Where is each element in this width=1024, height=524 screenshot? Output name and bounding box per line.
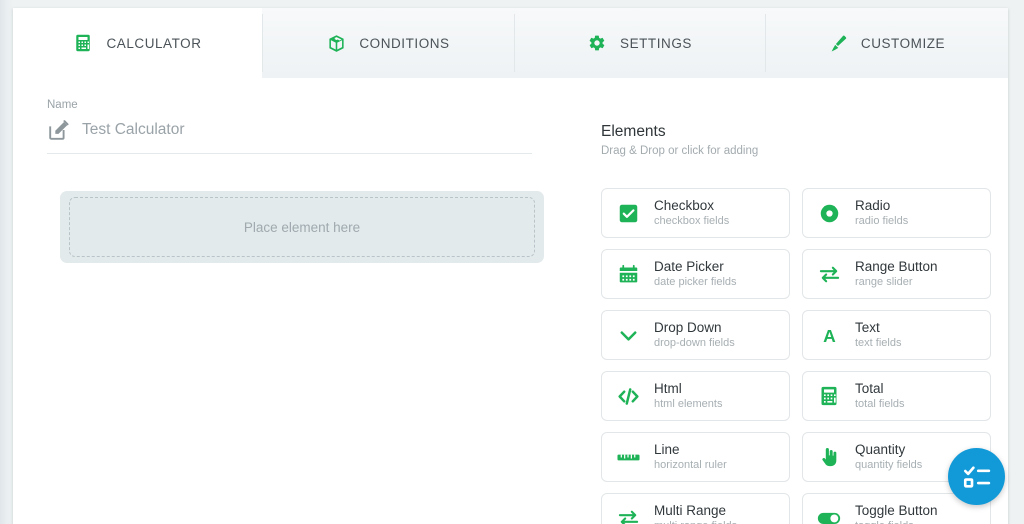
element-subtitle: total fields: [855, 398, 905, 411]
tab-customize[interactable]: CUSTOMIZE: [765, 8, 1008, 78]
tab-calculator[interactable]: CALCULATOR: [13, 8, 262, 79]
letter-a-icon: A: [816, 322, 842, 348]
element-subtitle: quantity fields: [855, 459, 923, 472]
element-subtitle: drop-down fields: [654, 337, 735, 350]
calculator-builder-pane: Name Test Calculator Place element here: [13, 78, 588, 524]
element-card-html[interactable]: Html html elements: [601, 371, 790, 421]
dropzone-inner-border: Place element here: [69, 197, 535, 257]
app-root: CALCULATOR CONDITIONS SETTINGS CUSTOMIZE…: [0, 0, 1024, 524]
element-subtitle: date picker fields: [654, 276, 737, 289]
element-card-line[interactable]: Line horizontal ruler: [601, 432, 790, 482]
element-card-multi-range[interactable]: Multi Range multi range fields: [601, 493, 790, 524]
element-subtitle: html elements: [654, 398, 723, 411]
element-card-radio[interactable]: Radio radio fields: [802, 188, 991, 238]
element-subtitle: horizontal ruler: [654, 459, 727, 472]
element-subtitle: text fields: [855, 337, 902, 350]
elements-panel-subtitle: Drag & Drop or click for adding: [601, 145, 759, 157]
ruler-icon: [615, 444, 641, 470]
element-title: Toggle Button: [855, 503, 938, 519]
main-panel: CALCULATOR CONDITIONS SETTINGS CUSTOMIZE…: [13, 8, 1008, 524]
element-title: Drop Down: [654, 320, 722, 336]
floating-action-button[interactable]: [948, 448, 1005, 505]
element-subtitle: multi range fields: [654, 520, 737, 524]
element-card-drop-down[interactable]: Drop Down drop-down fields: [601, 310, 790, 360]
element-title: Checkbox: [654, 198, 715, 214]
element-card-checkbox[interactable]: Checkbox checkbox fields: [601, 188, 790, 238]
element-title: Text: [855, 320, 880, 336]
cube-icon: [326, 33, 346, 53]
tab-bar: CALCULATOR CONDITIONS SETTINGS CUSTOMIZE: [13, 8, 1008, 79]
element-title: Radio: [855, 198, 891, 214]
element-card-total[interactable]: Total total fields: [802, 371, 991, 421]
chevron-down-icon: [615, 322, 641, 348]
gear-icon: [587, 33, 607, 53]
calendar-icon: [615, 261, 641, 287]
element-title: Total: [855, 381, 884, 397]
calculator-icon: [816, 383, 842, 409]
element-title: Line: [654, 442, 680, 458]
code-brackets-icon: [615, 383, 641, 409]
elements-panel-title: Elements: [601, 123, 666, 140]
name-field-row[interactable]: Test Calculator: [47, 118, 532, 154]
element-title: Multi Range: [654, 503, 727, 519]
exchange-arrows-icon: [615, 505, 641, 524]
elements-pane: Elements Drag & Drop or click for adding…: [588, 78, 1008, 524]
element-card-date-picker[interactable]: Date Picker date picker fields: [601, 249, 790, 299]
edit-pencil-icon: [47, 118, 71, 142]
exchange-arrows-icon: [816, 261, 842, 287]
name-field-label: Name: [47, 99, 78, 111]
content-area: Name Test Calculator Place element here: [13, 78, 1008, 524]
form-checklist-icon: [962, 462, 992, 492]
element-subtitle: toggle fields: [855, 520, 938, 524]
element-title: Date Picker: [654, 259, 724, 275]
dropzone-placeholder-text: Place element here: [243, 219, 361, 235]
tab-label: CALCULATOR: [106, 35, 202, 51]
element-title: Html: [654, 381, 682, 397]
tab-label: CUSTOMIZE: [860, 35, 946, 51]
paintbrush-icon: [828, 33, 848, 53]
calculator-icon: [73, 33, 93, 53]
tab-label: SETTINGS: [620, 35, 692, 51]
element-dropzone[interactable]: Place element here: [60, 191, 544, 263]
tab-settings[interactable]: SETTINGS: [514, 8, 765, 78]
tab-label: CONDITIONS: [359, 35, 450, 51]
element-subtitle: range slider: [855, 276, 913, 289]
tab-conditions[interactable]: CONDITIONS: [262, 8, 514, 78]
element-card-range-button[interactable]: Range Button range slider: [802, 249, 991, 299]
svg-text:A: A: [823, 326, 836, 346]
element-subtitle: checkbox fields: [654, 215, 730, 228]
element-title: Range Button: [855, 259, 938, 275]
calculator-name-value: Test Calculator: [82, 121, 185, 138]
hand-pointer-icon: [816, 444, 842, 470]
element-title: Quantity: [855, 442, 906, 458]
radio-button-icon: [816, 200, 842, 226]
toggle-on-icon: [816, 505, 842, 524]
element-card-text[interactable]: A Text text fields: [802, 310, 991, 360]
checkbox-checked-icon: [615, 200, 641, 226]
element-subtitle: radio fields: [855, 215, 909, 228]
